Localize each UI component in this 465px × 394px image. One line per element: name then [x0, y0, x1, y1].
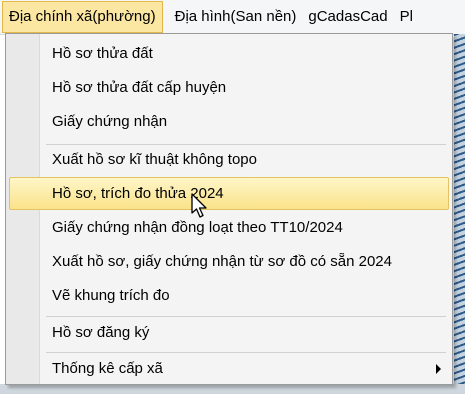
dropdown-menu: Hồ sơ thửa đất Hồ sơ thửa đất cấp huyện … — [5, 33, 453, 385]
menu-gcadascad[interactable]: gCadasCad — [302, 2, 393, 32]
menu-dia-hinh[interactable]: Địa hình(San nền) — [169, 2, 303, 32]
menu-item-label: Vẽ khung trích đo — [52, 287, 170, 304]
menu-item-label: Hồ sơ thửa đất cấp huyện — [52, 79, 227, 96]
menu-item-ve-khung-trich-do[interactable]: Vẽ khung trích đo — [9, 280, 449, 311]
menu-item-xuat-ho-so-ki-thuat[interactable]: Xuất hồ sơ kĩ thuật không topo — [9, 144, 449, 175]
menu-item-ho-so-thua-dat-cap-huyen[interactable]: Hồ sơ thửa đất cấp huyện — [9, 72, 449, 103]
menu-item-label: Xuất hồ sơ, giấy chứng nhận từ sơ đồ có … — [52, 253, 392, 270]
menu-item-label: Xuất hồ sơ kĩ thuật không topo — [52, 151, 257, 168]
menu-item-label: Thống kê cấp xã — [52, 360, 163, 377]
menu-dia-chinh-xa[interactable]: Địa chính xã(phường) — [2, 1, 163, 33]
menu-item-giay-chung-nhan[interactable]: Giấy chứng nhận — [9, 106, 449, 137]
menu-item-label: Hồ sơ đăng ký — [52, 324, 150, 341]
menu-item-ho-so-thua-dat[interactable]: Hồ sơ thửa đất — [9, 38, 449, 69]
menu-bar: Địa chính xã(phường) Địa hình(San nền) g… — [0, 0, 465, 35]
menu-item-label: Hồ sơ thửa đất — [52, 45, 153, 62]
menu-item-ho-so-trich-do-2024[interactable]: Hồ sơ, trích đo thửa 2024 — [9, 177, 449, 210]
menu-pl[interactable]: Pl — [394, 2, 419, 32]
menu-item-label: Giấy chứng nhận — [52, 113, 168, 130]
menu-item-xuat-ho-so-tu-so-do[interactable]: Xuất hồ sơ, giấy chứng nhận từ sơ đồ có … — [9, 246, 449, 277]
menu-item-giay-chung-nhan-dong-loat[interactable]: Giấy chứng nhận đồng loạt theo TT10/2024 — [9, 212, 449, 243]
mouse-pointer-icon — [191, 193, 207, 218]
drawing-canvas-bottom — [0, 384, 465, 394]
submenu-arrow-icon — [436, 364, 441, 374]
menu-item-thong-ke-cap-xa[interactable]: Thống kê cấp xã — [9, 353, 449, 384]
menu-item-ho-so-dang-ky[interactable]: Hồ sơ đăng ký — [9, 317, 449, 348]
drawing-canvas-background — [454, 34, 465, 394]
app-window: Địa chính xã(phường) Địa hình(San nền) g… — [0, 0, 465, 394]
